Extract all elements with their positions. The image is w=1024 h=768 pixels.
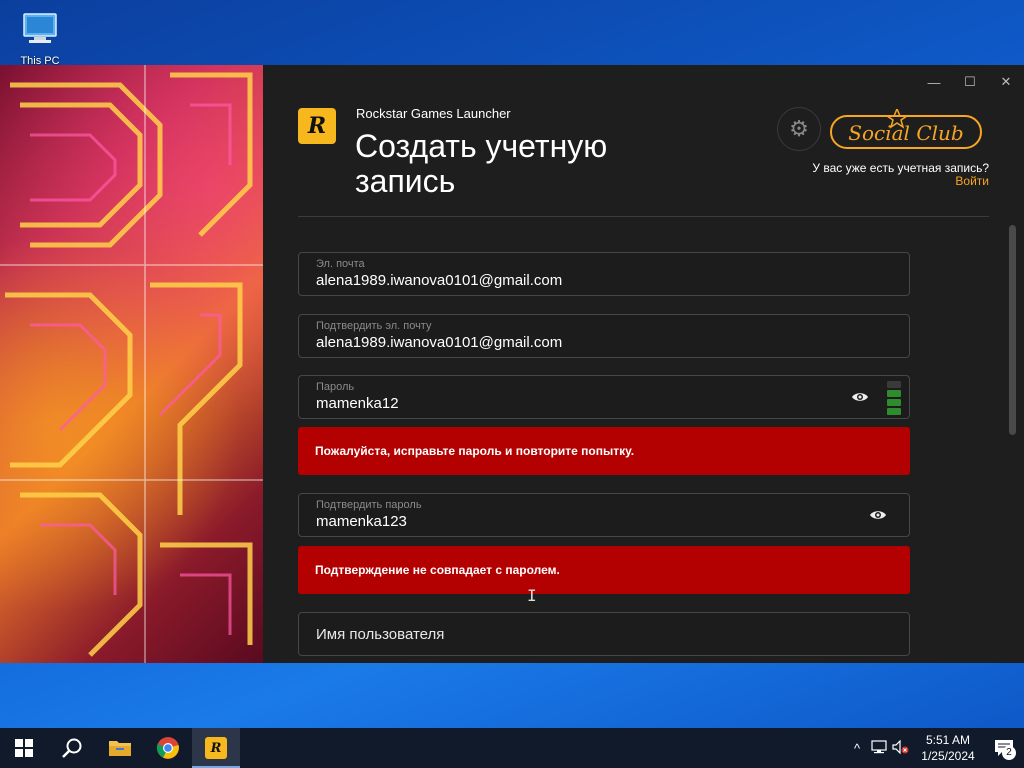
- confirm-email-field[interactable]: Подтвердить эл. почту alena1989.iwanova0…: [298, 314, 910, 358]
- email-value: alena1989.iwanova0101@gmail.com: [316, 272, 563, 289]
- app-name: Rockstar Games Launcher: [356, 106, 511, 121]
- desktop-icon-this-pc[interactable]: This PC: [12, 8, 68, 68]
- window-controls: — ☐ ✕: [916, 71, 1024, 93]
- confirm-password-label: Подтвердить пароль: [316, 499, 422, 511]
- rockstar-launcher-icon[interactable]: R: [192, 728, 240, 768]
- username-field[interactable]: Имя пользователя: [298, 612, 910, 656]
- search-icon[interactable]: [48, 728, 96, 768]
- page-title: Создать учетную запись: [355, 128, 608, 199]
- password-strength-meter: [887, 381, 901, 415]
- computer-icon: [23, 13, 57, 43]
- confirm-email-label: Подтвердить эл. почту: [316, 320, 432, 332]
- username-placeholder: Имя пользователя: [316, 626, 445, 643]
- clock-time: 5:51 AM: [925, 733, 971, 747]
- password-error-message: Пожалуйста, исправьте пароль и повторите…: [298, 427, 910, 475]
- strength-bar: [887, 399, 901, 406]
- clock-date: 1/25/2024: [921, 749, 975, 763]
- confirm-email-value: alena1989.iwanova0101@gmail.com: [316, 334, 563, 351]
- strength-bar: [887, 390, 901, 397]
- confirm-password-error-message: Подтверждение не совпадает с паролем.: [298, 546, 910, 594]
- notification-count-badge: 2: [1002, 746, 1016, 760]
- show-password-eye-icon[interactable]: [851, 388, 869, 406]
- taskbar: R ^ 5:51 AM 1/25/2024 2: [0, 728, 1024, 768]
- header-divider: [298, 216, 989, 217]
- have-account-text: У вас уже есть учетная запись?: [812, 161, 989, 175]
- password-field[interactable]: Пароль mamenka12: [298, 375, 910, 419]
- clock[interactable]: 5:51 AM 1/25/2024: [912, 732, 984, 764]
- text-cursor-icon: I: [527, 586, 537, 605]
- email-label: Эл. почта: [316, 258, 365, 270]
- system-tray: ^ 5:51 AM 1/25/2024 2: [846, 728, 1024, 768]
- svg-text:Social Club: Social Club: [848, 121, 963, 145]
- settings-gear-icon[interactable]: ⚙: [777, 107, 821, 151]
- email-field[interactable]: Эл. почта alena1989.iwanova0101@gmail.co…: [298, 252, 910, 296]
- close-button[interactable]: ✕: [988, 71, 1024, 93]
- file-explorer-icon[interactable]: [96, 728, 144, 768]
- login-link[interactable]: Войти: [955, 174, 989, 188]
- social-club-logo: Social Club: [830, 109, 982, 149]
- scrollbar-thumb[interactable]: [1009, 225, 1016, 435]
- minimize-button[interactable]: —: [916, 71, 952, 93]
- notification-center-icon[interactable]: 2: [984, 728, 1024, 768]
- confirm-password-value: mamenka123: [316, 513, 407, 530]
- show-hidden-icons-chevron-icon[interactable]: ^: [846, 741, 868, 756]
- chrome-icon[interactable]: [144, 728, 192, 768]
- rockstar-logo-icon: R: [298, 108, 336, 144]
- password-label: Пароль: [316, 381, 355, 393]
- password-value: mamenka12: [316, 395, 399, 412]
- volume-muted-icon[interactable]: [890, 739, 912, 757]
- strength-bar: [887, 381, 901, 388]
- hero-artwork: [0, 65, 263, 663]
- network-icon[interactable]: [868, 739, 890, 757]
- maximize-button[interactable]: ☐: [952, 71, 988, 93]
- strength-bar: [887, 408, 901, 415]
- signup-panel: — ☐ ✕ R Rockstar Games Launcher Создать …: [263, 65, 1024, 663]
- show-confirm-password-eye-icon[interactable]: [869, 506, 887, 524]
- confirm-password-field[interactable]: Подтвердить пароль mamenka123: [298, 493, 910, 537]
- windows-start-icon[interactable]: [0, 728, 48, 768]
- launcher-window: — ☐ ✕ R Rockstar Games Launcher Создать …: [0, 65, 1024, 663]
